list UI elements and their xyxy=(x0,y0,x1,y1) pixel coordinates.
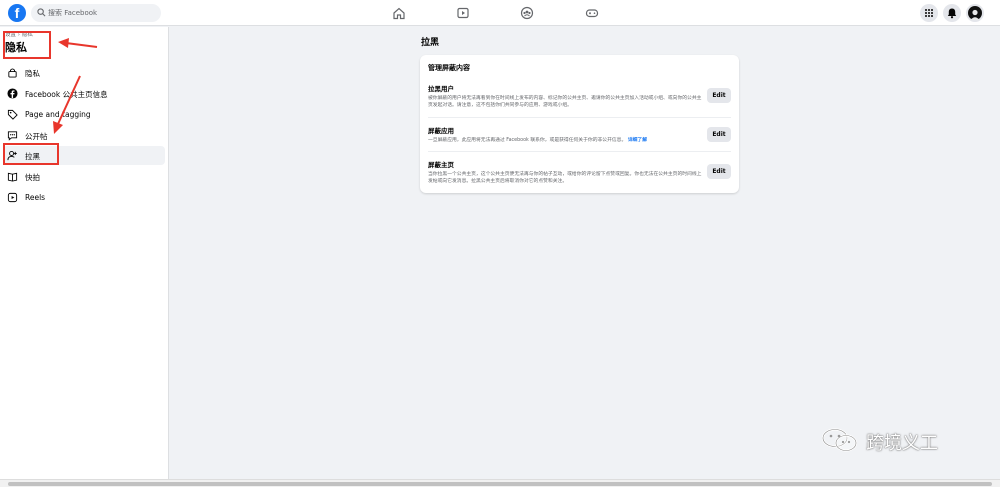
edit-block-apps-button[interactable]: Edit xyxy=(707,127,731,142)
top-navigation-bar: f 搜索 Facebook xyxy=(0,0,1000,26)
sidebar-item-privacy[interactable]: 隐私 xyxy=(3,63,165,82)
home-icon[interactable] xyxy=(392,6,406,20)
block-users-row: 拉黑用户 被你屏蔽的用户将无法再看到你在时间线上发布的内容、标记你的公共主页、邀… xyxy=(428,83,731,109)
learn-more-link[interactable]: 详细了解 xyxy=(628,138,647,143)
settings-sidebar: 设置 › 隐私 隐私 隐私 Facebook 公共主页信息 Page and t… xyxy=(0,27,169,479)
sidebar-item-label: 隐私 xyxy=(25,69,40,78)
scrollbar-thumb[interactable] xyxy=(8,482,992,486)
row-description: 被你屏蔽的用户将无法再看到你在时间线上发布的内容、标记你的公共主页、邀请你的公共… xyxy=(428,96,702,108)
row-title: 拉黑用户 xyxy=(428,85,454,93)
wechat-icon xyxy=(821,428,858,452)
search-input[interactable]: 搜索 Facebook xyxy=(31,4,161,22)
watermark-text: 跨境义工 xyxy=(866,433,938,454)
annotation-highlight-box xyxy=(3,31,51,59)
row-title: 屏蔽应用 xyxy=(428,127,454,135)
horizontal-scrollbar[interactable] xyxy=(0,479,1000,487)
sidebar-item-stories[interactable]: 快拍 xyxy=(3,167,165,186)
sidebar-item-label: 公开帖 xyxy=(25,132,48,141)
facebook-logo-icon[interactable]: f xyxy=(8,4,26,22)
edit-block-pages-button[interactable]: Edit xyxy=(707,164,731,179)
lock-icon xyxy=(8,68,17,78)
sidebar-item-reels[interactable]: Reels xyxy=(3,188,165,207)
sidebar-item-page-info[interactable]: Facebook 公共主页信息 xyxy=(3,84,165,103)
sidebar-item-label: 快拍 xyxy=(25,173,40,182)
divider xyxy=(428,151,731,152)
stories-icon xyxy=(7,172,18,182)
sidebar-item-label: Reels xyxy=(25,193,46,202)
avatar[interactable] xyxy=(966,4,984,22)
block-pages-row: 屏蔽主页 当你拉黑一个公共主页，这个公共主页便无法再与你的帖子互动，或给你的评论… xyxy=(428,159,731,185)
row-title: 屏蔽主页 xyxy=(428,161,454,169)
groups-icon[interactable] xyxy=(520,6,534,20)
menu-grid-icon[interactable] xyxy=(920,4,938,22)
public-post-icon xyxy=(7,131,18,141)
block-apps-row: 屏蔽应用 一旦屏蔽应用，此应用将无法再通过 Facebook 联系你，或是获得任… xyxy=(428,125,731,144)
tag-icon xyxy=(7,109,18,120)
manage-blocking-card: 管理屏蔽内容 拉黑用户 被你屏蔽的用户将无法再看到你在时间线上发布的内容、标记你… xyxy=(420,55,739,193)
search-icon xyxy=(37,8,46,17)
row-description-text: 一旦屏蔽应用，此应用将无法再通过 Facebook 联系你，或是获得任何关于你的… xyxy=(428,138,627,143)
watch-icon[interactable] xyxy=(456,6,470,20)
divider xyxy=(428,117,731,118)
notifications-icon[interactable] xyxy=(943,4,961,22)
card-title: 管理屏蔽内容 xyxy=(428,64,470,72)
sidebar-item-label: Page and tagging xyxy=(25,110,91,119)
gaming-icon[interactable] xyxy=(585,6,599,20)
row-description: 一旦屏蔽应用，此应用将无法再通过 Facebook 联系你，或是获得任何关于你的… xyxy=(428,137,704,144)
search-placeholder: 搜索 Facebook xyxy=(48,9,98,17)
section-title: 拉黑 xyxy=(421,38,440,48)
reels-icon xyxy=(7,192,18,203)
sidebar-item-label: Facebook 公共主页信息 xyxy=(25,90,108,99)
sidebar-item-page-tagging[interactable]: Page and tagging xyxy=(3,105,165,124)
row-description: 当你拉黑一个公共主页，这个公共主页便无法再与你的帖子互动，或给你的评论留下点赞或… xyxy=(428,172,702,184)
facebook-icon xyxy=(7,88,18,99)
annotation-highlight-box xyxy=(3,143,59,165)
edit-block-users-button[interactable]: Edit xyxy=(707,88,731,103)
